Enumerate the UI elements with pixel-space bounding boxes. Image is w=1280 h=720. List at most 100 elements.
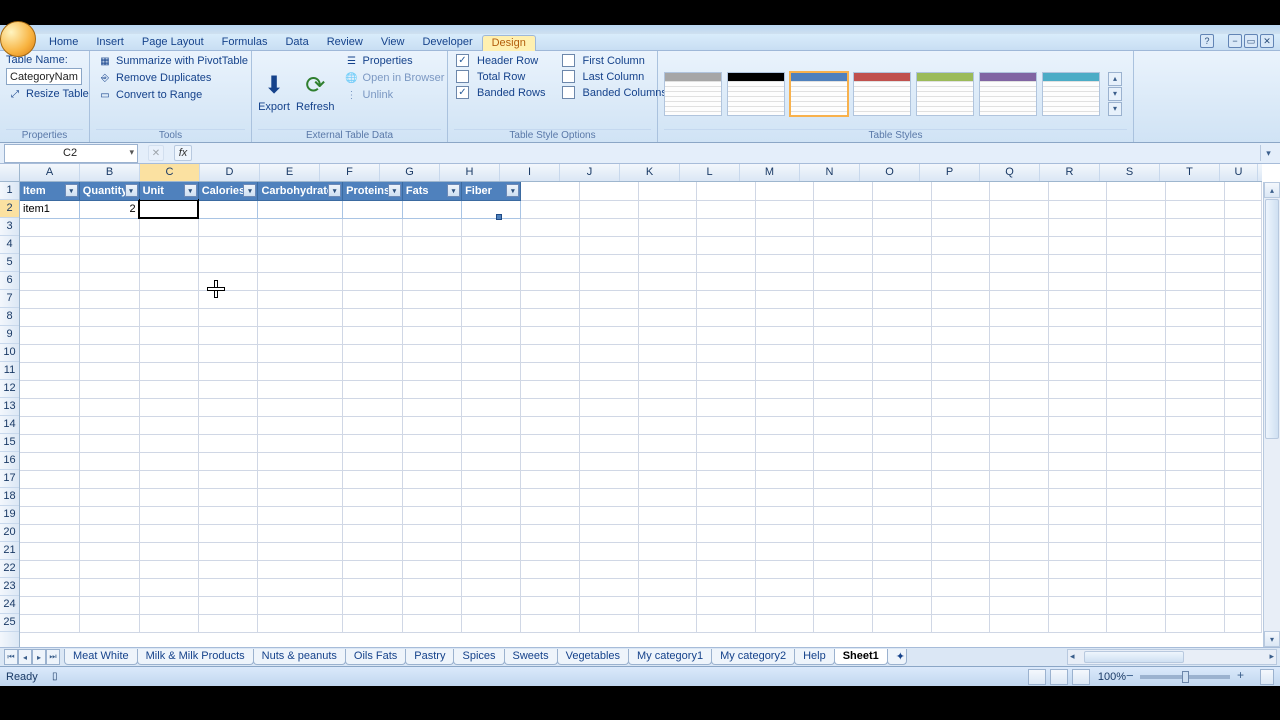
cell[interactable]	[697, 236, 756, 254]
cell[interactable]	[402, 362, 461, 380]
cell[interactable]	[402, 434, 461, 452]
cell[interactable]	[579, 326, 638, 344]
cell[interactable]	[1107, 470, 1166, 488]
cell[interactable]: Quantity▾	[79, 182, 139, 200]
cell[interactable]	[1224, 578, 1261, 596]
cell[interactable]	[1107, 596, 1166, 614]
column-header[interactable]: A	[20, 164, 80, 181]
cell[interactable]	[638, 578, 697, 596]
column-header[interactable]: O	[860, 164, 920, 181]
cell[interactable]	[990, 506, 1049, 524]
cell[interactable]	[1224, 488, 1261, 506]
tab-last-button[interactable]: ⏭	[46, 649, 60, 665]
cell[interactable]	[521, 596, 580, 614]
cell[interactable]	[755, 326, 814, 344]
cell[interactable]	[814, 344, 873, 362]
cell[interactable]	[755, 542, 814, 560]
cell[interactable]	[198, 560, 258, 578]
export-button[interactable]: ⬇︎ Export	[258, 53, 290, 129]
cell[interactable]	[755, 416, 814, 434]
cell[interactable]	[1224, 182, 1261, 200]
cell[interactable]	[755, 344, 814, 362]
ribbon-tab-page-layout[interactable]: Page Layout	[133, 35, 213, 50]
cell[interactable]	[1107, 434, 1166, 452]
cell[interactable]	[873, 506, 932, 524]
cell[interactable]	[343, 326, 403, 344]
cell[interactable]	[990, 596, 1049, 614]
cell[interactable]	[198, 272, 258, 290]
cell[interactable]	[343, 416, 403, 434]
cell[interactable]	[697, 506, 756, 524]
cell[interactable]	[755, 218, 814, 236]
cell[interactable]	[1166, 560, 1225, 578]
cell[interactable]	[402, 470, 461, 488]
cell[interactable]	[638, 524, 697, 542]
cell[interactable]	[79, 362, 139, 380]
cell[interactable]	[1107, 506, 1166, 524]
cell[interactable]	[931, 236, 990, 254]
column-header[interactable]: I	[500, 164, 560, 181]
row-header[interactable]: 13	[0, 398, 19, 416]
cell[interactable]	[258, 452, 343, 470]
cell[interactable]	[462, 488, 521, 506]
cell[interactable]	[1107, 488, 1166, 506]
ribbon-tab-home[interactable]: Home	[40, 35, 87, 50]
cell[interactable]	[814, 560, 873, 578]
cell[interactable]	[198, 434, 258, 452]
cell[interactable]	[139, 542, 198, 560]
cell[interactable]	[139, 506, 198, 524]
cell[interactable]	[79, 326, 139, 344]
cell[interactable]	[579, 524, 638, 542]
cell[interactable]	[462, 308, 521, 326]
cell[interactable]	[1107, 290, 1166, 308]
cell[interactable]	[343, 488, 403, 506]
cell[interactable]	[931, 398, 990, 416]
cell[interactable]	[462, 254, 521, 272]
cell[interactable]	[873, 380, 932, 398]
cell[interactable]	[462, 506, 521, 524]
cell[interactable]	[990, 290, 1049, 308]
sheet-tab[interactable]: Meat White	[64, 649, 138, 665]
cell[interactable]	[638, 470, 697, 488]
cell[interactable]	[1048, 488, 1107, 506]
row-header[interactable]: 9	[0, 326, 19, 344]
cell[interactable]	[1166, 308, 1225, 326]
cell[interactable]	[814, 542, 873, 560]
cell[interactable]	[79, 398, 139, 416]
scroll-up-button[interactable]: ▴	[1264, 182, 1280, 198]
cell[interactable]	[139, 596, 198, 614]
cell[interactable]	[931, 488, 990, 506]
row-header[interactable]: 7	[0, 290, 19, 308]
table-style-thumb[interactable]	[1042, 72, 1100, 116]
cell[interactable]	[343, 398, 403, 416]
cell[interactable]	[755, 434, 814, 452]
table-style-thumb[interactable]	[916, 72, 974, 116]
cell[interactable]	[1166, 218, 1225, 236]
cell[interactable]	[697, 470, 756, 488]
cell[interactable]	[814, 596, 873, 614]
cell[interactable]	[20, 380, 79, 398]
ribbon-tab-review[interactable]: Review	[318, 35, 372, 50]
cell[interactable]	[638, 596, 697, 614]
cell[interactable]	[1224, 470, 1261, 488]
banded-columns-checkbox[interactable]: Banded Columns	[560, 85, 669, 100]
cell[interactable]	[579, 380, 638, 398]
cell[interactable]	[814, 308, 873, 326]
cell[interactable]	[1048, 362, 1107, 380]
sheet-tab[interactable]: Vegetables	[557, 649, 629, 665]
cell[interactable]	[343, 272, 403, 290]
cell[interactable]	[931, 362, 990, 380]
cell[interactable]	[1048, 254, 1107, 272]
cell[interactable]	[638, 488, 697, 506]
ribbon-tab-insert[interactable]: Insert	[87, 35, 133, 50]
cell[interactable]	[402, 416, 461, 434]
filter-dropdown-icon[interactable]: ▾	[388, 184, 401, 197]
cell[interactable]	[402, 236, 461, 254]
cell[interactable]	[638, 542, 697, 560]
cell[interactable]	[462, 200, 521, 218]
cell[interactable]	[697, 380, 756, 398]
cell[interactable]	[79, 470, 139, 488]
cell[interactable]	[814, 416, 873, 434]
cell[interactable]	[814, 254, 873, 272]
cell[interactable]	[697, 254, 756, 272]
